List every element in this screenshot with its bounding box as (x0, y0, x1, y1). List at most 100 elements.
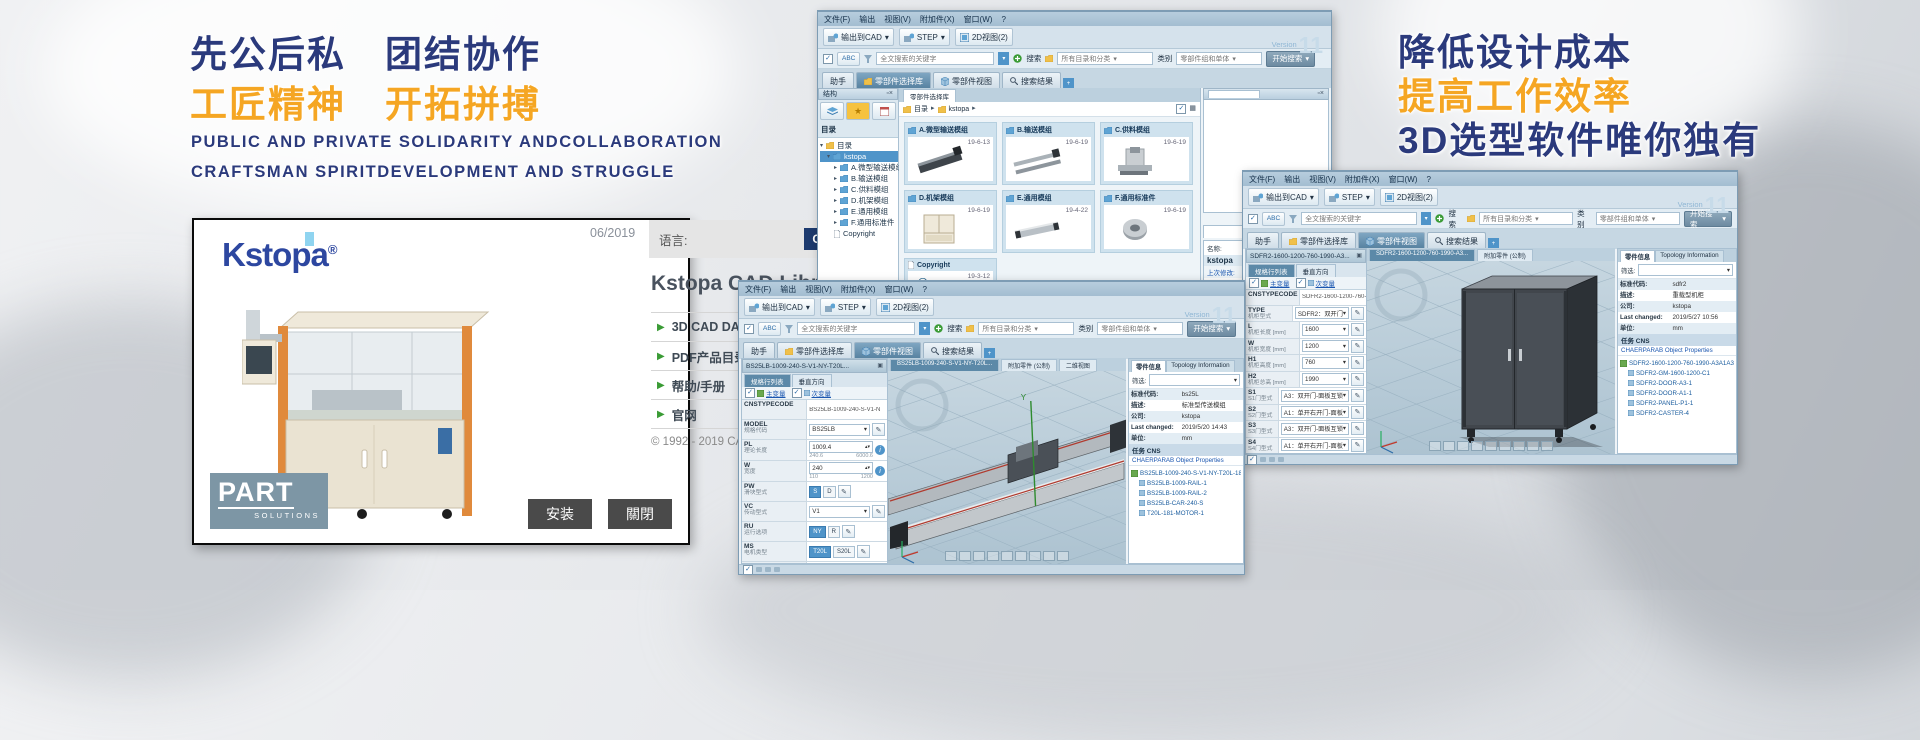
secondary-variable-toggle[interactable]: ✓次变量 (1296, 278, 1336, 288)
export-to-cad-button[interactable]: 输出到CAD▾ (1248, 188, 1319, 206)
menu-item-5[interactable]: ? (1001, 15, 1005, 24)
3d-viewport[interactable] (1367, 261, 1615, 454)
viewport-tool-icon[interactable] (1443, 441, 1455, 451)
tree-category-4[interactable]: ▸E.通用模组 (820, 206, 898, 217)
viewport-tool-icon[interactable] (987, 551, 999, 561)
tree-category-5[interactable]: ▸F.通用标准件 (820, 217, 898, 228)
menu-item-2[interactable]: 视图(V) (805, 284, 832, 295)
category-card-0[interactable]: A.微型输送模组19-6-13 (904, 122, 997, 185)
viewport-tool-icon[interactable] (1541, 441, 1553, 451)
param-select[interactable]: SDFR2：双开门▾ (1295, 307, 1349, 319)
viewport-tool-icon[interactable] (1457, 441, 1469, 451)
viewport-tool-icon[interactable] (959, 551, 971, 561)
tab-2[interactable]: 零部件视图 (1358, 232, 1425, 249)
menu-item-3[interactable]: 附加件(X) (1345, 174, 1380, 185)
param-select[interactable]: V1▾ (809, 506, 870, 518)
scope-dropdown[interactable]: 所有目录和分类▾ (978, 322, 1074, 335)
tree-copyright[interactable]: Copyright (820, 228, 898, 239)
filter-combo[interactable]: ▾ (1149, 374, 1240, 386)
fulltext-checkbox[interactable]: ✓ (1248, 214, 1258, 224)
tree-category-2[interactable]: ▸C.供料模组 (820, 184, 898, 195)
tab-0[interactable]: 助手 (1247, 232, 1279, 249)
viewport-tool-icon[interactable] (973, 551, 985, 561)
select-all-checkbox[interactable]: ✓ (1176, 104, 1186, 114)
grid-view-icon[interactable]: ▦ (1189, 105, 1196, 113)
breadcrumb-root[interactable]: 目录 (914, 104, 928, 114)
edit-icon[interactable]: ✎ (1351, 307, 1364, 320)
tree-category-3[interactable]: ▸D.机架模组 (820, 195, 898, 206)
toggle-option-S20L[interactable]: S20L (833, 546, 855, 558)
fulltext-checkbox[interactable]: ✓ (823, 54, 833, 64)
viewport-tab-2[interactable]: 二维视图 (1059, 359, 1097, 371)
param-select[interactable]: A1：单开右开门-面板▾ (1281, 406, 1349, 418)
viewport-tool-icon[interactable] (1485, 441, 1497, 451)
edit-icon[interactable]: ✎ (842, 525, 855, 538)
edit-icon[interactable]: ✎ (872, 423, 885, 436)
viewport-tab-0[interactable]: BS25LB-1009-240-S-V1-NY-T20L... (890, 359, 999, 371)
param-select[interactable]: BS25LB▾ (809, 424, 870, 436)
filter-assistant-tab[interactable]: Filter Assistant (1208, 90, 1260, 98)
export-to-cad-button[interactable]: 输出到CAD▾ (823, 28, 894, 46)
parts-item-0[interactable]: BS25LB-1009-RAIL-1 (1131, 478, 1241, 488)
menu-item-3[interactable]: 附加件(X) (920, 14, 955, 25)
category-dropdown[interactable]: 零部件组和单体▾ (1596, 212, 1680, 225)
scope-dropdown[interactable]: 所有目录和分类▾ (1057, 52, 1153, 65)
parts-item-2[interactable]: SDFR2-DOOR-A1-1 (1620, 388, 1734, 398)
param-select[interactable]: 1200▾ (1302, 340, 1349, 352)
category-card-4[interactable]: E.通用模组19-4-22 (1002, 190, 1095, 253)
menu-item-5[interactable]: ? (1426, 175, 1430, 184)
toggle-option-S[interactable]: S (809, 486, 821, 498)
tree-category-0[interactable]: ▸A.微型输送模组 (820, 162, 898, 173)
tab-1[interactable]: 零部件选择库 (856, 72, 931, 89)
param-select[interactable]: A3：双开门-面板互锁▾ (1281, 423, 1349, 435)
menu-item-1[interactable]: 输出 (780, 284, 796, 295)
category-dropdown[interactable]: 零部件组和单体▾ (1097, 322, 1183, 335)
edit-icon[interactable]: ✎ (1351, 373, 1364, 386)
primary-checkbox[interactable]: ✓ (745, 388, 755, 398)
param-spinner[interactable]: 1009.4▴▾ (809, 441, 873, 453)
scope-dropdown[interactable]: 所有目录和分类▾ (1479, 212, 1573, 225)
parts-root[interactable]: SDFR2-1600-1200-760-1990-A3A1A3A1 (1620, 358, 1734, 368)
view-2d-button[interactable]: 2D视图(2) (1380, 188, 1438, 206)
parts-item-3[interactable]: T20L-181-MOTOR-1 (1131, 508, 1241, 518)
3d-viewport[interactable]: Y (888, 371, 1126, 564)
pin-icon[interactable]: ▣ (877, 362, 883, 370)
keyword-input[interactable]: 全文搜索的关键字 (797, 322, 915, 335)
close-button[interactable]: 關閉 (608, 499, 672, 529)
category-card-3[interactable]: D.机架模组19-6-19 (904, 190, 997, 253)
viewport-tool-icon[interactable] (1499, 441, 1511, 451)
param-select[interactable]: 1600▾ (1302, 324, 1349, 336)
close-icon[interactable]: × (1320, 90, 1324, 98)
secondary-checkbox[interactable]: ✓ (792, 388, 802, 398)
viewport-tab-0[interactable]: SDFR2-1600-1200-760-1990-A3... (1369, 249, 1475, 261)
tab-3[interactable]: 搜索结果 (923, 342, 982, 359)
parts-item-2[interactable]: BS25LB-CAR-240-S (1131, 498, 1241, 508)
viewport-tool-icon[interactable] (1429, 441, 1441, 451)
edit-icon[interactable]: ✎ (1351, 439, 1364, 452)
toggle-option-T20L[interactable]: T20L (809, 546, 831, 558)
menu-item-2[interactable]: 视图(V) (1309, 174, 1336, 185)
menu-item-2[interactable]: 视图(V) (884, 14, 911, 25)
parts-root[interactable]: BS25LB-1009-240-S-V1-NY-T20L-181 (1131, 468, 1241, 478)
primary-variable-toggle[interactable]: ✓主变量 (745, 388, 786, 398)
menu-item-0[interactable]: 文件(F) (1249, 174, 1275, 185)
param-spinner[interactable]: 240▴▾ (809, 462, 873, 474)
viewport-tab-1[interactable]: 附加零件 (公制) (1477, 249, 1533, 261)
primary-checkbox[interactable]: ✓ (1249, 278, 1259, 288)
view-2d-button[interactable]: 2D视图(2) (955, 28, 1013, 46)
viewport-tool-icon[interactable] (1029, 551, 1041, 561)
keyword-dropdown-button[interactable]: ▾ (998, 52, 1009, 65)
viewport-tool-icon[interactable] (1015, 551, 1027, 561)
secondary-checkbox[interactable]: ✓ (1296, 278, 1306, 288)
abc-button[interactable]: ABC (758, 322, 781, 336)
menu-item-3[interactable]: 附加件(X) (841, 284, 876, 295)
category-dropdown[interactable]: 零部件组和单体▾ (1176, 52, 1262, 65)
menu-item-1[interactable]: 输出 (1284, 174, 1300, 185)
pin-icon[interactable]: ▣ (1356, 252, 1362, 260)
info-icon[interactable]: i (875, 445, 885, 455)
tab-3[interactable]: 搜索结果 (1427, 232, 1486, 249)
keyword-input[interactable]: 全文搜索的关键字 (876, 52, 994, 65)
tab-1[interactable]: 零部件选择库 (777, 342, 852, 359)
edit-icon[interactable]: ✎ (1351, 356, 1364, 369)
config-subtab-0[interactable]: 规格行列表 (1248, 264, 1295, 277)
